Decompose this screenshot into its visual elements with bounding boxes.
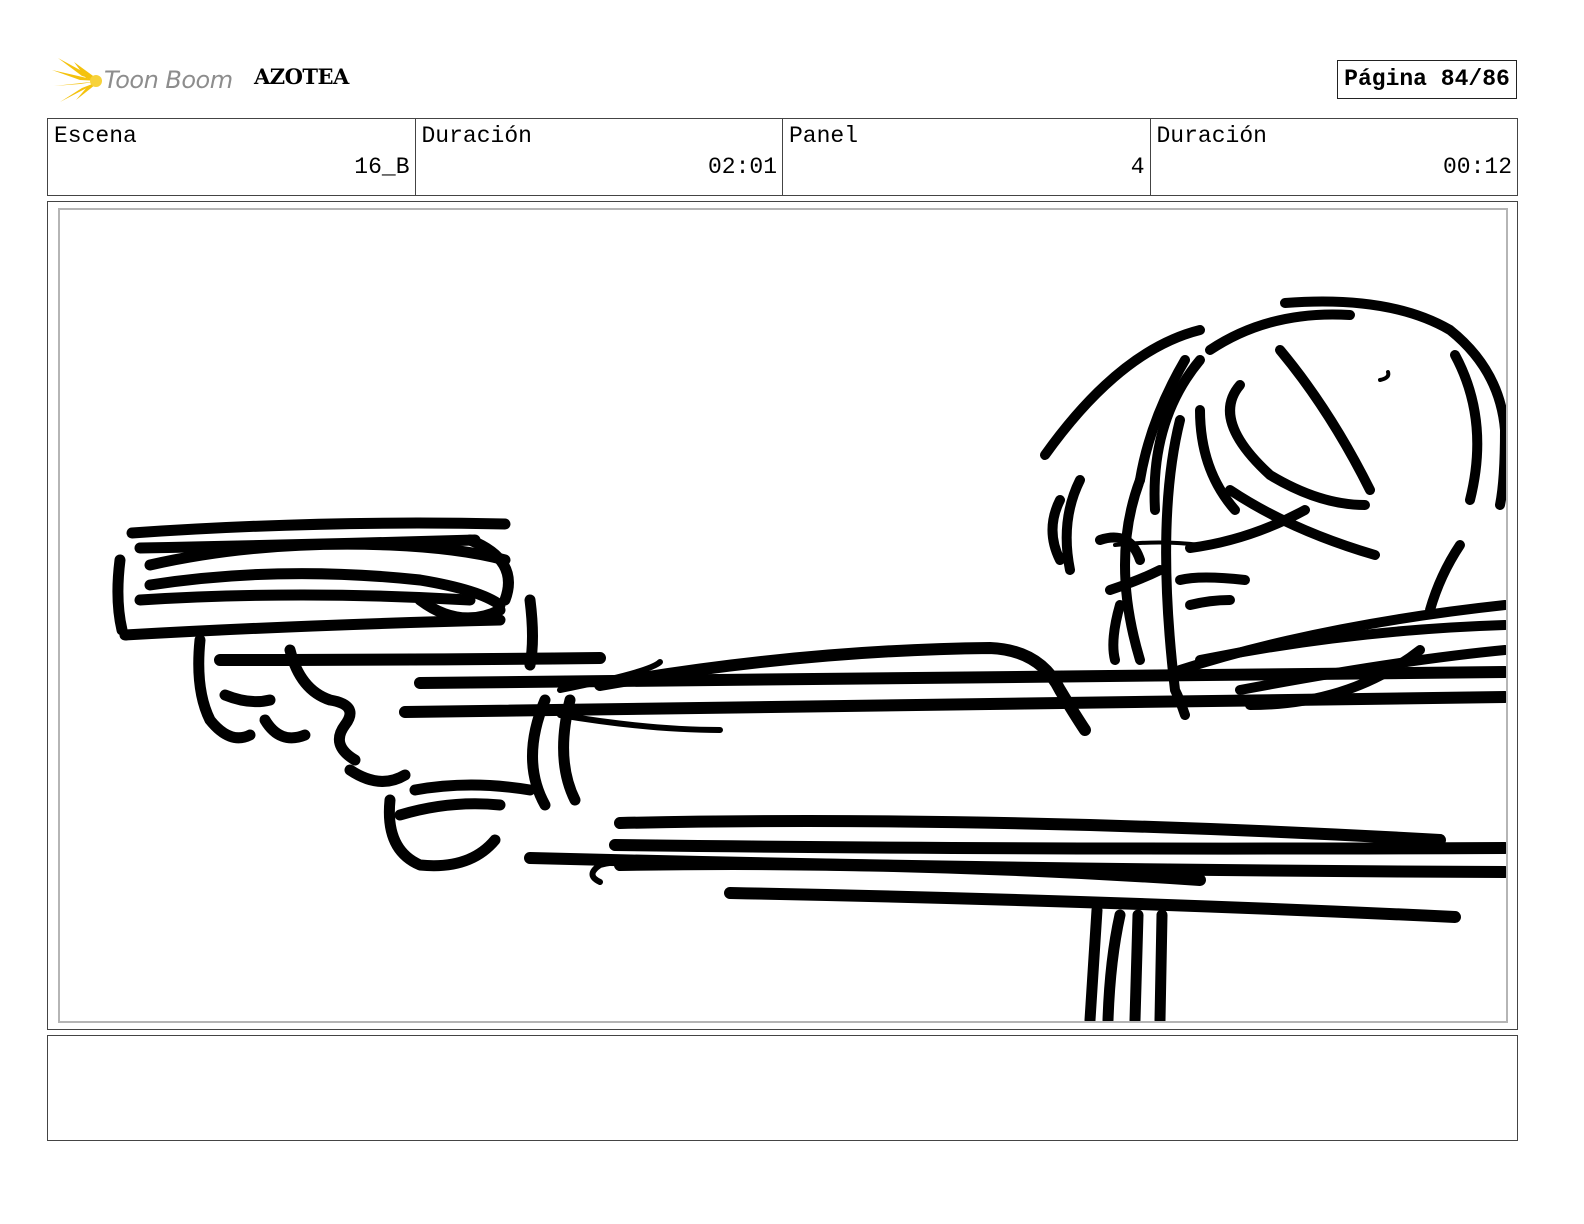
scene-duration-label: Duración — [421, 123, 532, 149]
logo-wordmark: Toon Boom — [104, 66, 233, 94]
panel-value: 4 — [1130, 154, 1145, 180]
toon-boom-logo: Toon Boom — [52, 56, 242, 106]
panel-duration-value: 00:12 — [1442, 154, 1512, 180]
panel-duration-label: Duración — [1156, 123, 1267, 149]
info-row: Escena 16_B Duración 02:01 Panel 4 Durac… — [47, 118, 1518, 196]
page-number: Página 84/86 — [1337, 60, 1517, 99]
scene-value: 16_B — [354, 154, 410, 180]
panel-label: Panel — [789, 123, 859, 149]
sketch-drawing — [112, 296, 1506, 1021]
storyboard-drawing — [58, 208, 1508, 1023]
toon-boom-burst-icon — [52, 58, 102, 102]
scene-duration-cell: Duración 02:01 — [416, 119, 783, 195]
notes-box — [47, 1035, 1518, 1141]
scene-duration-value: 02:01 — [707, 154, 777, 180]
panel-duration-cell: Duración 00:12 — [1151, 119, 1518, 195]
scene-cell: Escena 16_B — [48, 119, 416, 195]
project-title: AZOTEA — [254, 64, 349, 89]
panel-cell: Panel 4 — [783, 119, 1151, 195]
scene-label: Escena — [54, 123, 137, 149]
